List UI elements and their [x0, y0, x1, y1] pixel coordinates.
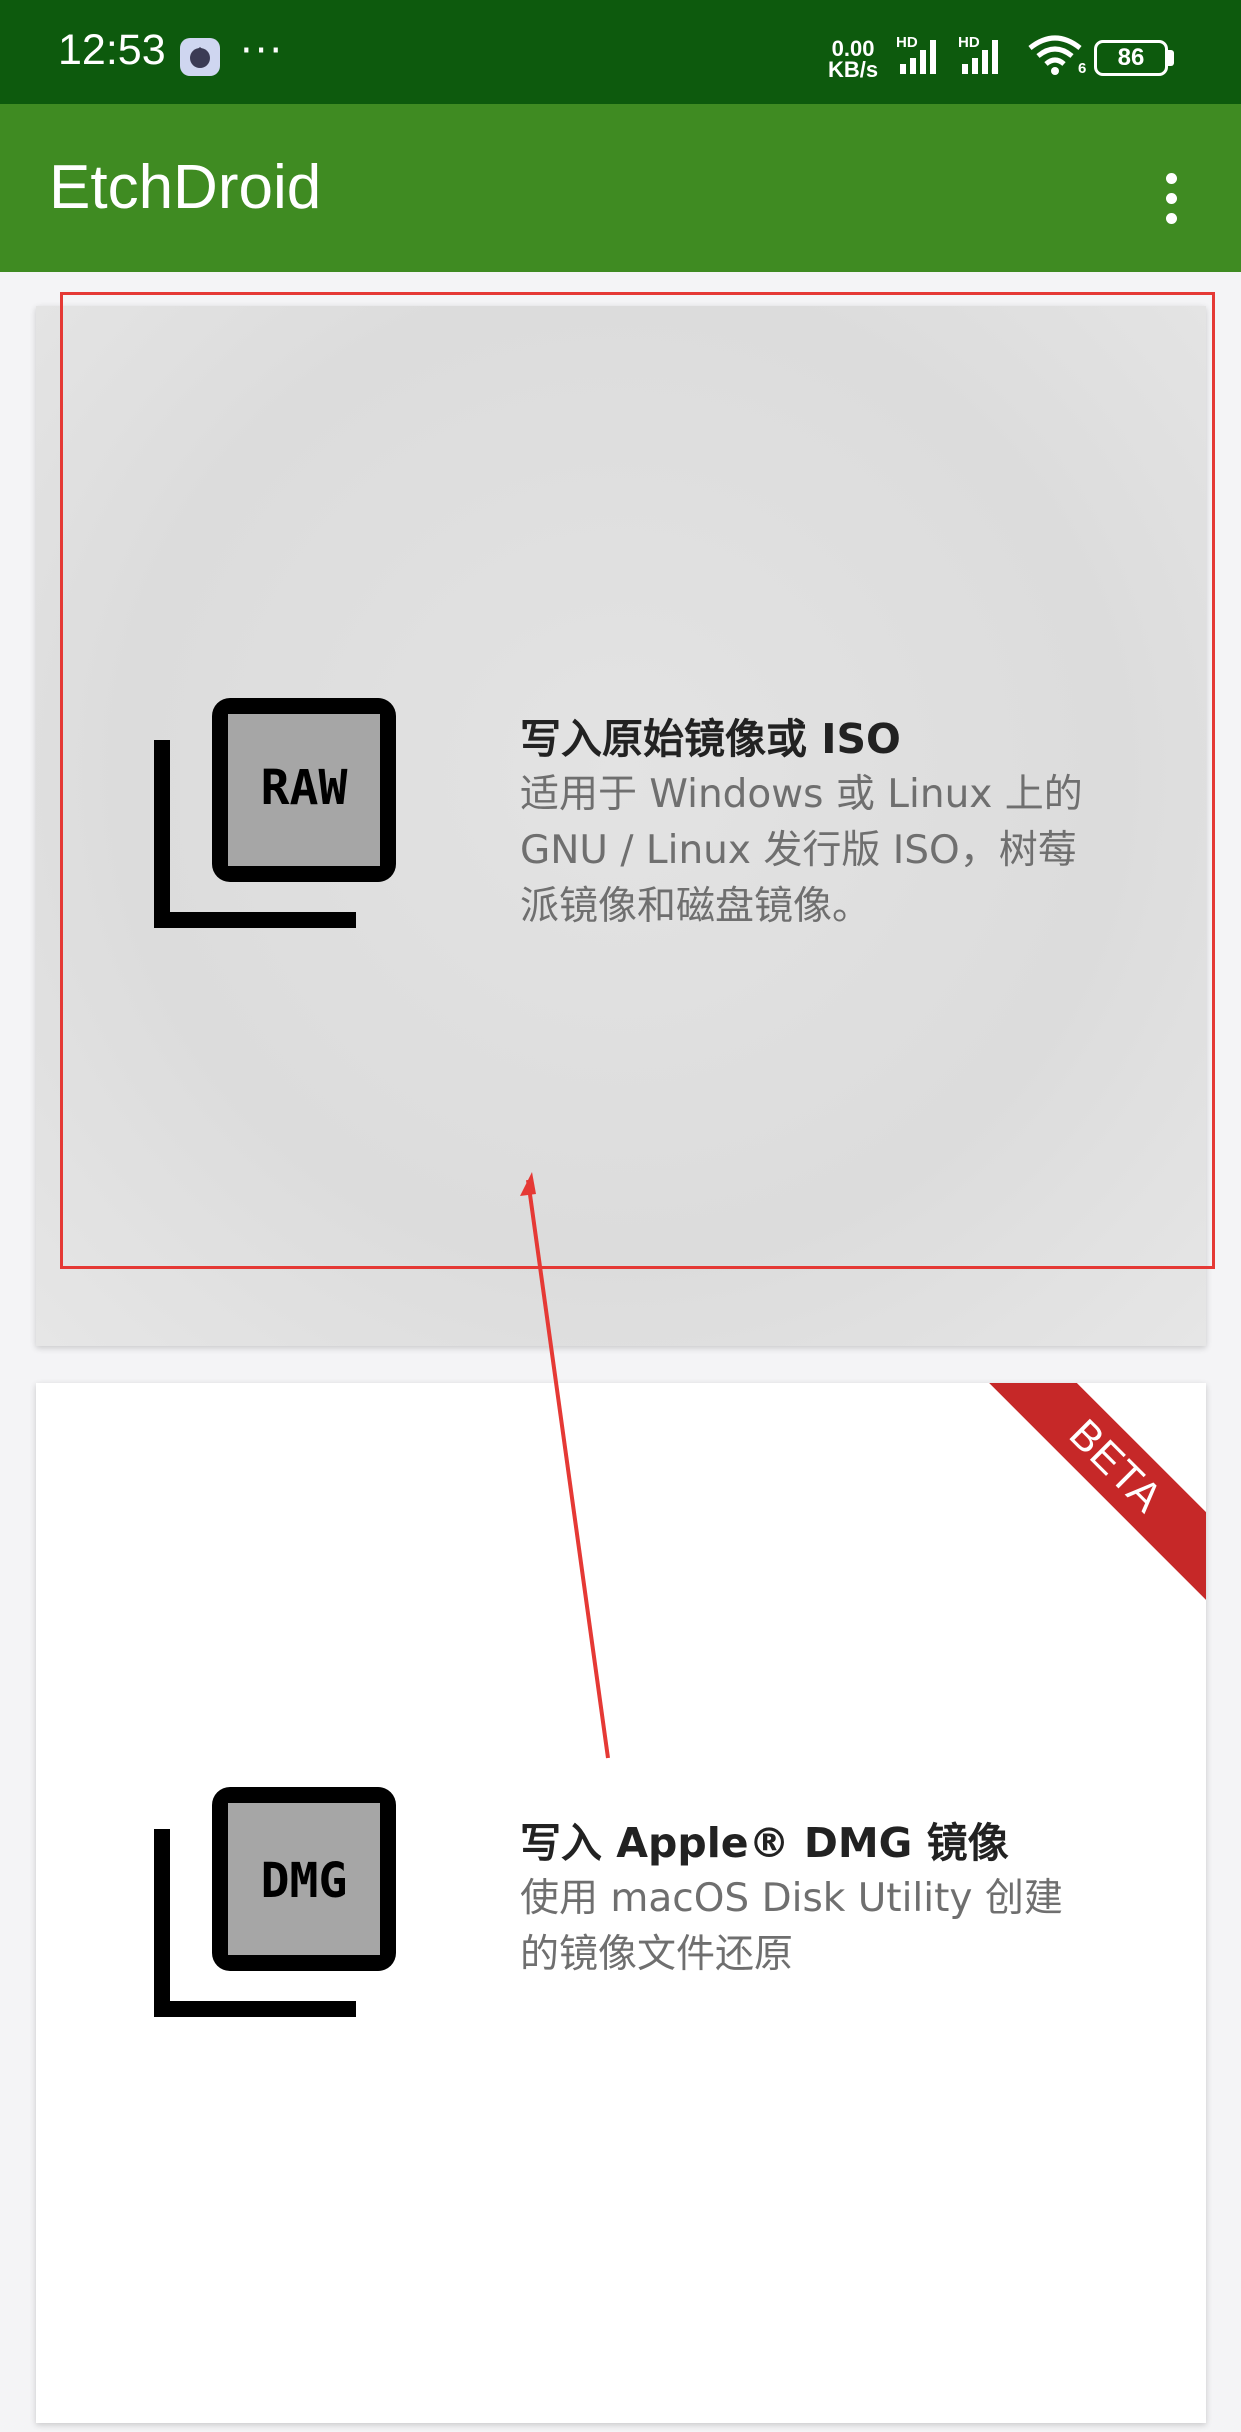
- card-title: 写入原始镜像或 ISO: [520, 715, 901, 763]
- network-speed: 0.00 KB/s: [828, 36, 879, 82]
- more-vert-icon[interactable]: [1146, 156, 1196, 240]
- card-title: 写入 Apple® DMG 镜像: [520, 1819, 1009, 1867]
- raw-image-icon: RAW: [154, 688, 434, 968]
- status-bar: 12:53 ··· 0.00 KB/s HD HD 6 86: [0, 0, 1241, 104]
- write-dmg-image-card[interactable]: BETA DMG 写入 Apple® DMG 镜像 使用 macOS Disk …: [36, 1383, 1206, 2423]
- battery-tip: [1168, 50, 1174, 66]
- dmg-icon-label: DMG: [261, 1853, 348, 1909]
- card-description-line: GNU / Linux 发行版 ISO，树莓: [520, 828, 1077, 873]
- card-description-line: 的镜像文件还原: [520, 1932, 794, 1977]
- app-notification-icon: [180, 38, 220, 76]
- battery-icon: 86: [1094, 40, 1168, 76]
- card-description-line: 使用 macOS Disk Utility 创建: [520, 1876, 1063, 1921]
- app-bar: EtchDroid: [0, 104, 1241, 272]
- raw-icon-label: RAW: [261, 760, 348, 816]
- card-description-line: 适用于 Windows 或 Linux 上的: [520, 772, 1083, 817]
- beta-badge: BETA: [980, 1383, 1206, 1602]
- battery-level: 86: [1117, 44, 1145, 71]
- app-title: EtchDroid: [49, 153, 322, 222]
- wifi-icon: 6: [1026, 34, 1087, 82]
- card-description: 适用于 Windows 或 Linux 上的 GNU / Linux 发行版 I…: [520, 767, 1160, 935]
- card-text: 写入 Apple® DMG 镜像 使用 macOS Disk Utility 创…: [520, 1815, 1160, 1983]
- network-speed-value: 0.00: [831, 36, 875, 61]
- network-speed-unit: KB/s: [828, 57, 879, 82]
- dmg-image-icon: DMG: [154, 1777, 434, 2057]
- write-raw-image-card[interactable]: RAW 写入原始镜像或 ISO 适用于 Windows 或 Linux 上的 G…: [36, 306, 1206, 1346]
- status-time: 12:53: [58, 26, 166, 74]
- card-description: 使用 macOS Disk Utility 创建 的镜像文件还原: [520, 1871, 1160, 1983]
- wifi-subscript: 6: [1078, 60, 1087, 77]
- card-description-line: 派镜像和磁盘镜像。: [520, 884, 872, 929]
- more-notifications-indicator: ···: [240, 28, 285, 74]
- card-text: 写入原始镜像或 ISO 适用于 Windows 或 Linux 上的 GNU /…: [520, 711, 1160, 935]
